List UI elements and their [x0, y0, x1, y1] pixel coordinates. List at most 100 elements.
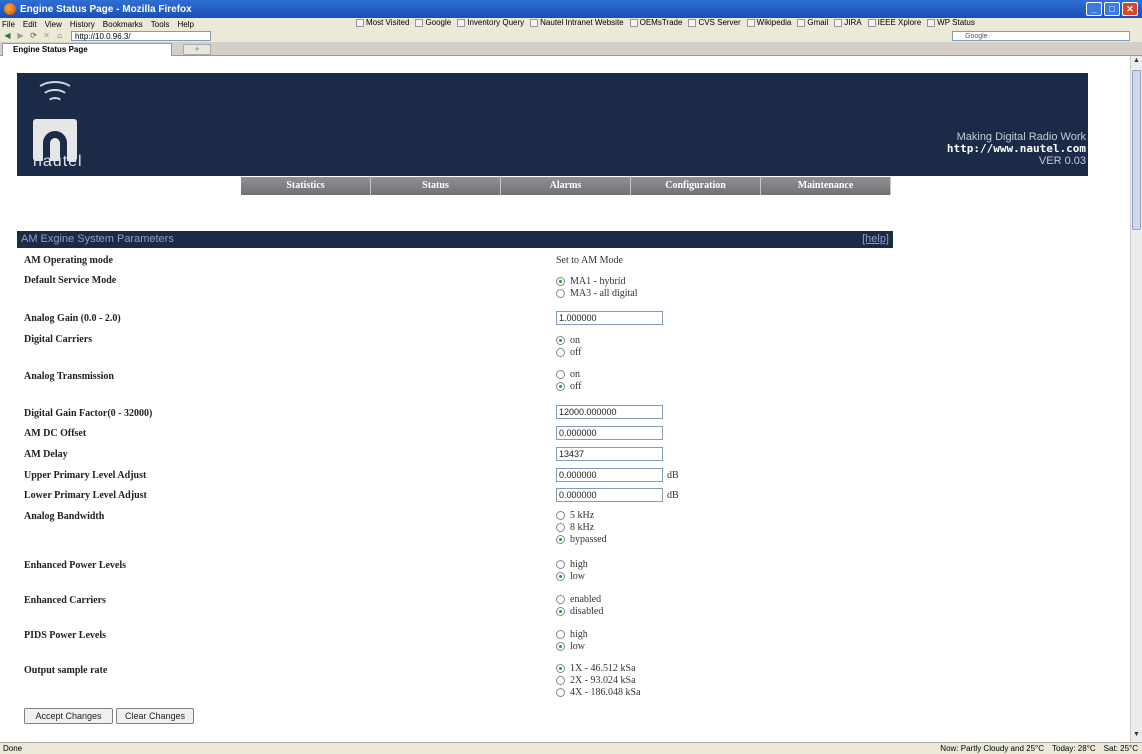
- scroll-down-icon[interactable]: ▼: [1132, 731, 1141, 741]
- bookmark-jira[interactable]: JIRA: [834, 18, 862, 27]
- tab-engine-status[interactable]: Engine Status Page: [2, 43, 172, 56]
- radio-button[interactable]: [556, 571, 565, 581]
- radio-button[interactable]: [556, 510, 565, 520]
- radio-option[interactable]: 8 kHz: [556, 521, 607, 533]
- radio-button[interactable]: [556, 663, 565, 673]
- upper-level-input[interactable]: 0.000000: [556, 468, 663, 482]
- close-button[interactable]: ✕: [1122, 2, 1138, 16]
- am-delay-input[interactable]: 13437: [556, 447, 663, 461]
- weather-now[interactable]: Now: Partly Cloudy and 25°C: [940, 743, 1044, 754]
- menu-bookmarks[interactable]: Bookmarks: [103, 20, 143, 29]
- address-bar[interactable]: http://10.0.96.3/: [71, 31, 211, 41]
- website-link[interactable]: http://www.nautel.com: [947, 143, 1086, 155]
- radio-option[interactable]: low: [556, 640, 588, 652]
- nav-statistics[interactable]: Statistics: [241, 177, 371, 195]
- analog-transmission-radio-group: on off: [556, 368, 581, 392]
- nav-maintenance[interactable]: Maintenance: [761, 177, 891, 195]
- radio-label: 4X - 186.048 kSa: [570, 686, 641, 698]
- bookmark-nautel-intranet[interactable]: Nautel Intranet Website: [530, 18, 624, 27]
- radio-option[interactable]: high: [556, 628, 588, 640]
- bookmark-most-visited[interactable]: Most Visited: [356, 18, 409, 27]
- radio-button[interactable]: [556, 288, 565, 298]
- home-icon[interactable]: ⌂: [54, 31, 65, 41]
- radio-option[interactable]: low: [556, 570, 588, 582]
- radio-button[interactable]: [556, 522, 565, 532]
- radio-button[interactable]: [556, 335, 565, 345]
- radio-option[interactable]: 5 kHz: [556, 509, 607, 521]
- menu-view[interactable]: View: [45, 20, 62, 29]
- scrollbar-thumb[interactable]: [1132, 70, 1141, 230]
- brand-name: nautel: [33, 153, 83, 170]
- radio-button[interactable]: [556, 559, 565, 569]
- radio-label: high: [570, 558, 588, 570]
- vertical-scrollbar[interactable]: ▲ ▼: [1130, 56, 1142, 742]
- stop-icon[interactable]: ✕: [41, 31, 52, 41]
- radio-option[interactable]: MA1 - hybrid: [556, 275, 638, 287]
- radio-button[interactable]: [556, 641, 565, 651]
- bookmark-oemstrade[interactable]: OEMsTrade: [629, 18, 682, 27]
- radio-button[interactable]: [556, 687, 565, 697]
- search-box[interactable]: Google: [952, 31, 1130, 41]
- menu-help[interactable]: Help: [177, 20, 193, 29]
- param-label: PIDS Power Levels: [24, 630, 107, 641]
- radio-option[interactable]: 2X - 93.024 kSa: [556, 674, 641, 686]
- weather-today[interactable]: Today: 28°C: [1052, 743, 1096, 754]
- radio-button[interactable]: [556, 276, 565, 286]
- bookmark-gmail[interactable]: Gmail: [797, 18, 828, 27]
- radio-option[interactable]: 4X - 186.048 kSa: [556, 686, 641, 698]
- dc-offset-input[interactable]: 0.000000: [556, 426, 663, 440]
- radio-button[interactable]: [556, 381, 565, 391]
- menu-tools[interactable]: Tools: [151, 20, 170, 29]
- digital-carriers-radio-group: on off: [556, 334, 581, 358]
- radio-option[interactable]: 1X - 46.512 kSa: [556, 662, 641, 674]
- menu-file[interactable]: File: [2, 20, 15, 29]
- navigation-toolbar: ◀ ▶ ⟳ ✕ ⌂ http://10.0.96.3/ Google: [0, 30, 1142, 42]
- bookmark-label: IEEE Xplore: [877, 18, 922, 27]
- weather-sat[interactable]: Sat: 25°C: [1104, 743, 1138, 754]
- radio-label: bypassed: [570, 533, 607, 545]
- radio-button[interactable]: [556, 534, 565, 544]
- help-link[interactable]: [help]: [862, 231, 889, 248]
- forward-arrow-icon[interactable]: ▶: [15, 31, 26, 41]
- minimize-button[interactable]: _: [1086, 2, 1102, 16]
- radio-button[interactable]: [556, 675, 565, 685]
- menu-history[interactable]: History: [70, 20, 95, 29]
- radio-option[interactable]: on: [556, 334, 581, 346]
- menu-edit[interactable]: Edit: [23, 20, 37, 29]
- maximize-button[interactable]: □: [1104, 2, 1120, 16]
- nav-configuration[interactable]: Configuration: [631, 177, 761, 195]
- nav-alarms[interactable]: Alarms: [501, 177, 631, 195]
- radio-option[interactable]: enabled: [556, 593, 603, 605]
- clear-changes-button[interactable]: Clear Changes: [116, 708, 194, 724]
- bookmark-wikipedia[interactable]: Wikipedia: [746, 18, 791, 27]
- bookmark-cvs-server[interactable]: CVS Server: [688, 18, 741, 27]
- radio-label: disabled: [570, 605, 604, 617]
- radio-option[interactable]: off: [556, 380, 581, 392]
- lower-level-input[interactable]: 0.000000: [556, 488, 663, 502]
- window-titlebar: Engine Status Page - Mozilla Firefox _ □…: [0, 0, 1142, 18]
- radio-button[interactable]: [556, 629, 565, 639]
- analog-gain-input[interactable]: 1.000000: [556, 311, 663, 325]
- radio-option[interactable]: off: [556, 346, 581, 358]
- radio-option[interactable]: disabled: [556, 605, 603, 617]
- reload-icon[interactable]: ⟳: [28, 31, 39, 41]
- radio-button[interactable]: [556, 606, 565, 616]
- nav-status[interactable]: Status: [371, 177, 501, 195]
- radio-button[interactable]: [556, 369, 565, 379]
- radio-option[interactable]: bypassed: [556, 533, 607, 545]
- back-arrow-icon[interactable]: ◀: [2, 31, 13, 41]
- header-banner: nautel Making Digital Radio Work http://…: [17, 73, 1088, 176]
- radio-button[interactable]: [556, 594, 565, 604]
- radio-option[interactable]: on: [556, 368, 581, 380]
- bookmark-ieee-xplore[interactable]: IEEE Xplore: [867, 18, 922, 27]
- accept-changes-button[interactable]: Accept Changes: [24, 708, 113, 724]
- bookmark-inventory-query[interactable]: Inventory Query: [457, 18, 524, 27]
- bookmark-google[interactable]: Google: [415, 18, 451, 27]
- radio-button[interactable]: [556, 347, 565, 357]
- digital-gain-input[interactable]: 12000.000000: [556, 405, 663, 419]
- new-tab-button[interactable]: +: [183, 44, 211, 55]
- radio-option[interactable]: MA3 - all digital: [556, 287, 638, 299]
- bookmark-wp-status[interactable]: WP Status: [927, 18, 975, 27]
- radio-option[interactable]: high: [556, 558, 588, 570]
- scroll-up-icon[interactable]: ▲: [1132, 57, 1141, 67]
